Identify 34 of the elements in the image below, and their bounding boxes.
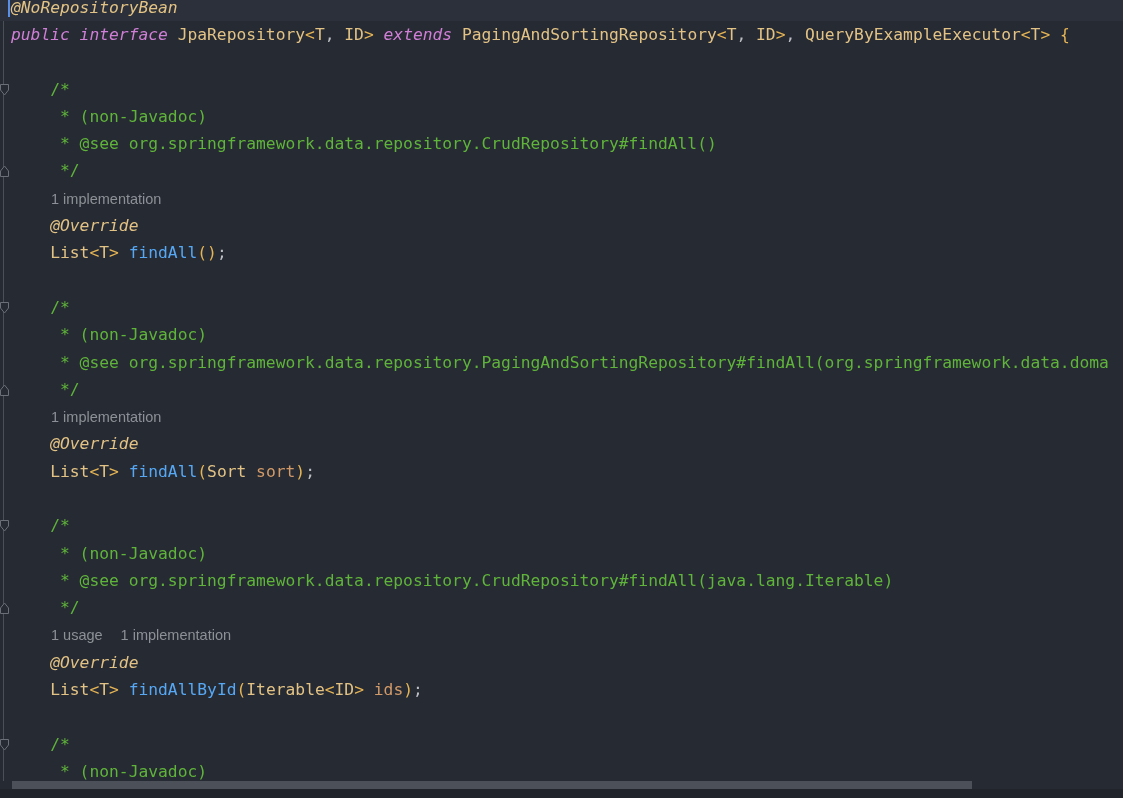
code-vision-hint[interactable]: 1 implementation (51, 190, 162, 207)
code-line: List<T> findAllById(Iterable<ID> ids); (49, 680, 423, 701)
code-line: * @see org.springframework.data.repository.PagingAndSortingRepository#findAll(org.springframework.data.doma (59, 352, 1109, 373)
code-line: /* (49, 734, 70, 755)
code-line: * @see org.springframework.data.repository.CrudRepository#findAll() (59, 134, 717, 155)
code-line: /* (49, 79, 70, 100)
horizontal-scrollbar[interactable] (12, 781, 972, 789)
code-line: * (non-Javadoc) (59, 106, 208, 127)
code-line: @Override (49, 216, 139, 236)
code-line: @Override (49, 434, 139, 455)
code-line: * @see org.springframework.data.repository.CrudRepository#findAll(java.lang.Iterable) (59, 570, 894, 591)
code-line: /* (49, 297, 70, 318)
fold-icon[interactable] (0, 520, 9, 533)
code-line: */ (59, 598, 80, 619)
code-line: * (non-Javadoc) (59, 543, 208, 564)
code-line: */ (59, 161, 80, 182)
code-vision-hint[interactable]: 1 implementation (51, 409, 162, 426)
fold-icon[interactable] (0, 165, 9, 178)
code-line: */ (59, 379, 80, 400)
fold-icon[interactable] (0, 83, 9, 96)
code-line: * (non-Javadoc) (59, 761, 208, 781)
code-line: List<T> findAll(); (49, 243, 227, 264)
fold-icon[interactable] (0, 301, 9, 314)
fold-icon[interactable] (0, 602, 9, 615)
fold-icon[interactable] (0, 738, 9, 751)
code-line: public interface JpaRepository<T, ID> extends PagingAndSortingRepository<T, ID>, QueryByExampleExecutor<T> { (11, 24, 1070, 45)
code-vision-hint[interactable]: 1 implementation (120, 627, 232, 644)
code-line: @NoRepositoryBean (11, 0, 178, 18)
fold-icon[interactable] (0, 383, 9, 396)
code-line: /* (49, 516, 70, 537)
code-vision-hint[interactable]: 1 usage (51, 627, 103, 644)
code-line: List<T> findAll(Sort sort); (49, 461, 315, 482)
code-line: * (non-Javadoc) (59, 325, 208, 346)
code-line: @Override (49, 652, 139, 673)
